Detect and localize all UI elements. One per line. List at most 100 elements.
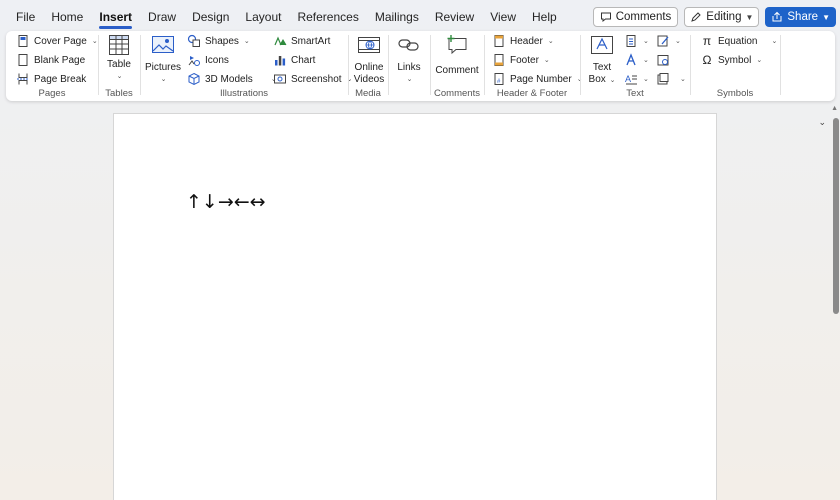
table-icon <box>109 35 129 55</box>
shapes-icon <box>187 34 200 47</box>
group-media: Online Videos Media <box>348 31 388 101</box>
date-time-button[interactable] <box>656 52 670 68</box>
tab-file[interactable]: File <box>8 0 43 32</box>
equation-label: Equation <box>718 35 758 47</box>
drop-cap-button[interactable]: A ⌄ <box>624 71 649 87</box>
online-video-icon <box>358 37 380 53</box>
tab-mailings[interactable]: Mailings <box>367 0 427 32</box>
omega-icon: Ω <box>702 53 712 67</box>
collapse-ribbon-icon[interactable]: ⌄ <box>818 117 826 128</box>
icons-label: Icons <box>205 54 229 66</box>
blank-page-button[interactable]: Blank Page <box>16 52 85 68</box>
group-tables: Table ⌄ Tables <box>98 31 140 101</box>
chevron-down-icon: ▼ <box>745 12 754 22</box>
online-videos-label-1: Online <box>354 62 384 73</box>
header-label: Header <box>510 35 543 47</box>
share-button[interactable]: Share ▼ <box>765 7 836 27</box>
group-label-tables: Tables <box>105 88 133 99</box>
chevron-down-icon: ⌄ <box>756 57 763 64</box>
smartart-button[interactable]: SmartArt <box>273 33 330 49</box>
share-label: Share <box>787 11 819 23</box>
object-icon <box>657 73 669 85</box>
page-break-button[interactable]: Page Break <box>16 71 86 87</box>
shapes-label: Shapes <box>205 35 239 47</box>
ribbon-insert: Cover Page ⌄ Blank Page Page Break Pages <box>6 31 835 127</box>
online-videos-button[interactable]: Online Videos <box>352 34 386 86</box>
chevron-down-icon: ⌄ <box>160 76 167 83</box>
tab-layout[interactable]: Layout <box>237 0 289 32</box>
icons-button[interactable]: Icons <box>187 52 229 68</box>
chevron-down-icon: ⌄ <box>680 76 686 83</box>
group-symbols: π Equation ⌄ Ω Symbol ⌄ Symbols <box>690 31 780 101</box>
text-box-button[interactable]: Text Box ⌄ <box>586 34 618 87</box>
wordart-button[interactable]: ⌄ <box>624 52 649 68</box>
tab-home[interactable]: Home <box>43 0 91 32</box>
group-label-comments: Comments <box>434 88 480 99</box>
chevron-down-icon: ⌄ <box>91 38 98 45</box>
document-text[interactable]: ↑↓→←↔ <box>186 191 266 213</box>
comments-button[interactable]: Comments <box>592 7 679 27</box>
group-label-illustrations: Illustrations <box>219 88 269 99</box>
shapes-button[interactable]: Shapes ⌄ <box>187 33 250 49</box>
chevron-down-icon: ⌄ <box>116 73 123 80</box>
group-illustrations: Pictures ⌄ Shapes ⌄ Icons 3D Models ⌄ Sm… <box>140 31 352 101</box>
header-button[interactable]: Header ⌄ <box>492 33 554 49</box>
tab-view[interactable]: View <box>482 0 524 32</box>
pencil-icon <box>691 12 702 22</box>
table-button[interactable]: Table ⌄ <box>106 34 132 83</box>
pictures-button[interactable]: Pictures ⌄ <box>144 34 182 86</box>
screenshot-button[interactable]: Screenshot ⌄ <box>273 71 352 87</box>
tab-references[interactable]: References <box>289 0 366 32</box>
symbol-label: Symbol <box>718 54 752 66</box>
chevron-down-icon: ⌄ <box>643 38 649 45</box>
links-button[interactable]: Links ⌄ <box>394 34 424 86</box>
scroll-up-arrow-icon[interactable]: ▲ <box>831 105 838 112</box>
cover-page-icon <box>18 35 28 47</box>
tab-help[interactable]: Help <box>524 0 565 32</box>
footer-button[interactable]: Footer ⌄ <box>492 52 550 68</box>
scrollbar-thumb[interactable] <box>833 118 839 314</box>
blank-page-icon <box>18 54 28 66</box>
comments-label: Comments <box>615 11 672 23</box>
cover-page-button[interactable]: Cover Page ⌄ <box>16 33 98 49</box>
document-page[interactable]: ↑↓→←↔ <box>113 113 717 500</box>
tab-insert[interactable]: Insert <box>91 0 140 32</box>
group-label-header-footer: Header & Footer <box>496 88 568 99</box>
signature-icon <box>657 35 669 47</box>
chevron-down-icon: ⌄ <box>643 57 649 64</box>
page-number-button[interactable]: # Page Number ⌄ <box>492 71 583 87</box>
quick-parts-icon <box>626 35 636 47</box>
new-comment-icon <box>447 35 467 55</box>
svg-text:A: A <box>625 74 631 84</box>
symbol-button[interactable]: Ω Symbol ⌄ <box>700 52 763 68</box>
chart-button[interactable]: Chart <box>273 52 315 68</box>
tab-review[interactable]: Review <box>427 0 482 32</box>
group-links: Links ⌄ <box>388 31 430 101</box>
signature-line-button[interactable]: ⌄ <box>656 33 681 49</box>
text-box-icon <box>591 36 613 54</box>
equation-button[interactable]: π Equation ⌄ <box>700 33 778 49</box>
chevron-down-icon: ▼ <box>822 12 830 22</box>
chevron-down-icon: ⌄ <box>547 38 554 45</box>
editing-mode-button[interactable]: Editing ▼ <box>684 7 760 27</box>
table-label: Table <box>107 59 131 70</box>
tab-design[interactable]: Design <box>184 0 237 32</box>
3d-models-label: 3D Models <box>205 73 253 85</box>
chevron-down-icon: ⌄ <box>543 57 550 64</box>
smartart-icon <box>274 36 287 46</box>
text-box-label-2: Box ⌄ <box>588 74 616 85</box>
online-videos-label-2: Videos <box>353 74 385 85</box>
3d-models-button[interactable]: 3D Models ⌄ <box>187 71 277 87</box>
screenshot-icon <box>274 74 286 84</box>
icons-icon <box>188 56 200 66</box>
object-button[interactable]: ⌄ <box>656 71 686 87</box>
text-box-label-1: Text <box>592 62 612 73</box>
quick-parts-button[interactable]: ⌄ <box>624 33 649 49</box>
editing-label: Editing <box>706 11 742 23</box>
new-comment-button[interactable]: Comment <box>435 34 479 77</box>
tab-draw[interactable]: Draw <box>140 0 184 32</box>
page-number-icon: # <box>494 73 504 85</box>
page-break-label: Page Break <box>34 73 87 85</box>
pictures-label: Pictures <box>144 62 182 73</box>
chevron-down-icon: ⌄ <box>675 38 681 45</box>
